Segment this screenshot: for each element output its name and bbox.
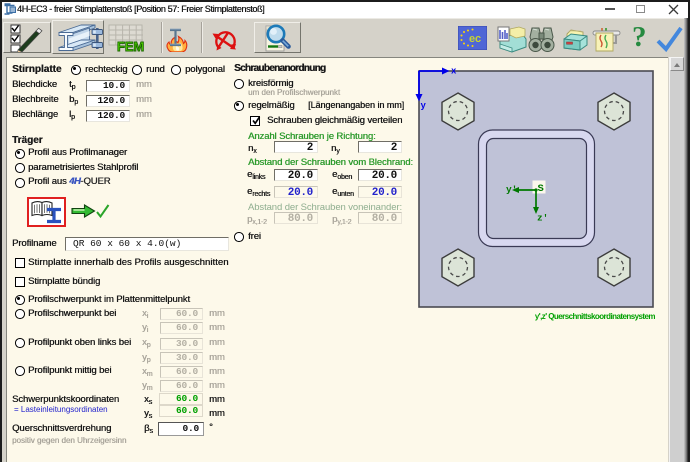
svg-text:z': z' [537, 213, 548, 224]
svg-text:ec: ec [469, 33, 481, 45]
svg-text:FEM: FEM [117, 39, 144, 52]
svg-text:S: S [538, 183, 544, 195]
svg-text:y': y' [506, 184, 517, 195]
svg-text:x: x [451, 67, 457, 77]
svg-text:y: y [421, 101, 427, 111]
